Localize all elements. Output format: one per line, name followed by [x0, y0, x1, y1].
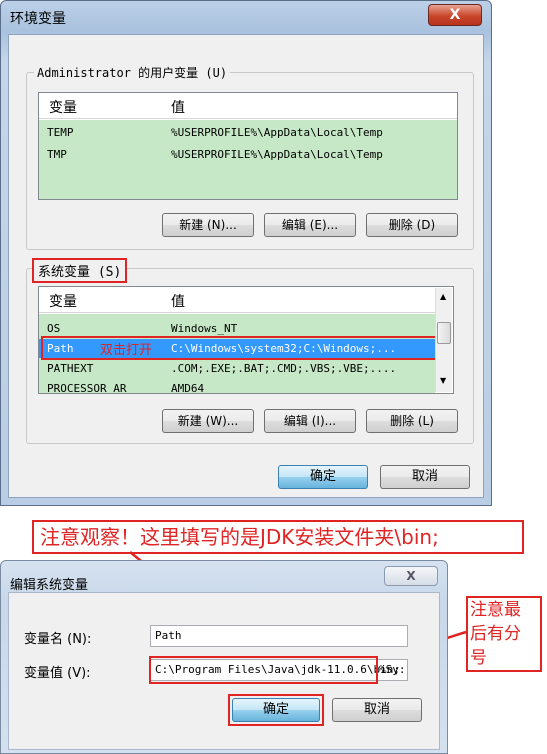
semicolon-annotation-line: 号 [470, 648, 487, 668]
var-value-label: 变量值 (V): [24, 666, 91, 681]
var-name-input[interactable]: Path [150, 625, 408, 647]
semicolon-annotation: 注意最 后有分 号 [466, 596, 542, 672]
window-title: 编辑系统变量 [10, 578, 89, 593]
cancel-button[interactable]: 取消 [332, 698, 422, 722]
var-name-label: 变量名 (N): [24, 632, 92, 647]
value-highlight [149, 656, 378, 684]
semicolon-annotation-line: 后有分 [470, 624, 521, 644]
var-value-rest: %Sy: [379, 663, 406, 676]
ok-button[interactable]: 确定 [232, 698, 320, 722]
semicolon-annotation-line: 注意最 [470, 600, 521, 620]
close-button[interactable]: X [384, 566, 438, 586]
